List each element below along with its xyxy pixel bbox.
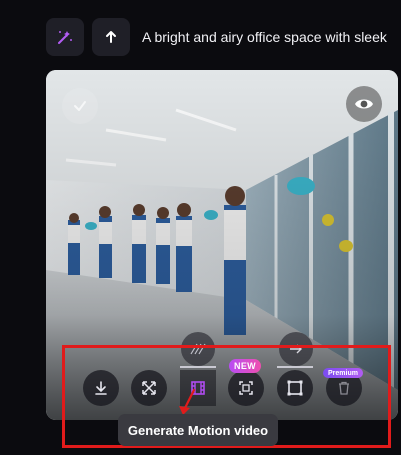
magic-wand-icon xyxy=(58,31,72,44)
upload-button[interactable] xyxy=(92,18,130,56)
arrow-up-icon xyxy=(106,31,116,43)
preview-button[interactable] xyxy=(346,86,382,122)
eye-icon xyxy=(355,99,373,109)
select-image-button[interactable] xyxy=(62,88,98,124)
prompt-bar: A bright and airy office space with slee… xyxy=(46,18,401,56)
magic-button[interactable] xyxy=(46,18,84,56)
prompt-text: A bright and airy office space with slee… xyxy=(142,29,387,45)
tooltip: Generate Motion video xyxy=(118,414,278,446)
check-icon xyxy=(74,101,86,111)
